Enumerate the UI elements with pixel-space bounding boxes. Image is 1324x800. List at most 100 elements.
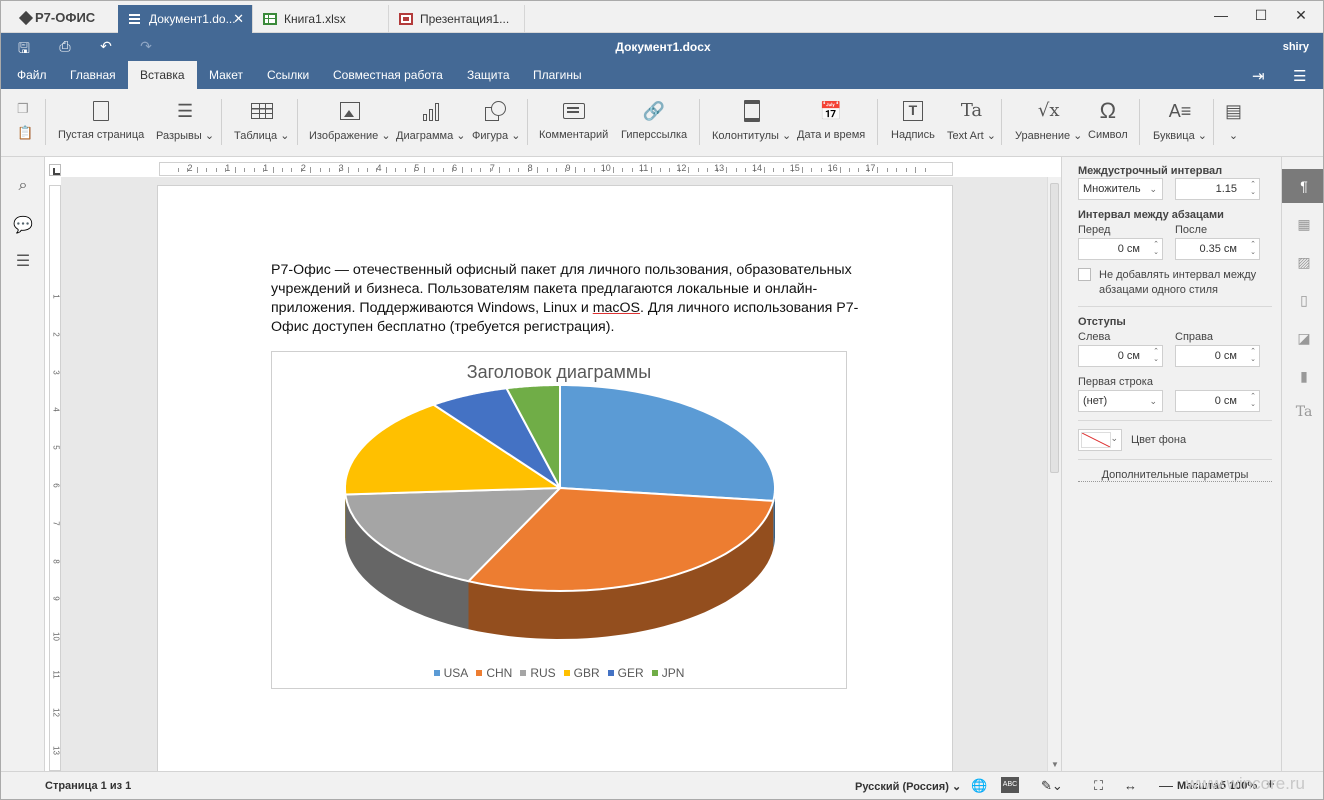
table-settings-icon[interactable]: ▦ xyxy=(1282,207,1323,241)
indent-right-input[interactable]: 0 см ⌃ ⌄ xyxy=(1175,345,1260,367)
ruler-tick xyxy=(348,167,350,173)
text-box-button[interactable]: T Надпись xyxy=(891,97,935,141)
spinner-icon[interactable]: ⌃ ⌄ xyxy=(1153,241,1159,257)
image-icon xyxy=(339,102,360,120)
ruler-tick xyxy=(697,168,699,172)
tab-presentation[interactable]: Презентация1... xyxy=(389,5,525,33)
no-spacing-same-style-checkbox[interactable] xyxy=(1078,268,1091,281)
spacing-after-input[interactable]: 0.35 см ⌃ ⌄ xyxy=(1175,238,1260,260)
search-icon[interactable]: ⌕ xyxy=(13,177,33,197)
language-select[interactable]: Русский (Россия) ⌄ xyxy=(855,780,961,793)
hyperlink-button[interactable]: 🔗 Гиперссылка xyxy=(621,97,687,141)
legend-label: RUS xyxy=(530,666,556,680)
chart-button[interactable]: Диаграмма ⌄ xyxy=(396,97,465,142)
line-spacing-value-input[interactable]: 1.15 ⌃ ⌄ xyxy=(1175,178,1260,200)
document-paragraph[interactable]: Р7-Офис — отечественный офисный пакет дл… xyxy=(271,261,891,337)
indent-left-input[interactable]: 0 см ⌃ ⌄ xyxy=(1078,345,1163,367)
fit-page-icon[interactable]: ⛶ xyxy=(1094,778,1103,794)
globe-icon[interactable]: 🌐 xyxy=(971,778,987,794)
menu-plugins[interactable]: Плагины xyxy=(521,61,594,89)
scrollbar-thumb[interactable] xyxy=(1050,183,1059,473)
shape-button[interactable]: Фигура ⌄ xyxy=(472,97,520,142)
open-location-icon[interactable]: ⇥ xyxy=(1252,67,1265,85)
tab-document[interactable]: Документ1.do... ✕ xyxy=(118,5,253,33)
first-line-mode-select[interactable]: (нет) ⌄ xyxy=(1078,390,1163,412)
header-footer-button[interactable]: Колонтитулы ⌄ xyxy=(712,97,791,142)
shape-settings-icon[interactable]: ◪ xyxy=(1282,321,1323,355)
comments-icon[interactable]: 💬 xyxy=(13,215,33,235)
menu-layout[interactable]: Макет xyxy=(197,61,255,89)
ruler-tick xyxy=(735,168,737,172)
tab-stop-selector[interactable] xyxy=(49,164,61,176)
symbol-button[interactable]: Ω Символ xyxy=(1088,97,1128,142)
ruler-tick xyxy=(584,168,586,172)
horizontal-ruler[interactable]: 2 1 1 2 3 4 5 6 7 8 9 10 11 12 13 14 15 16 17 xyxy=(159,162,953,176)
menu-file[interactable]: Файл xyxy=(5,61,59,89)
close-tab-icon[interactable]: ✕ xyxy=(233,11,244,27)
after-label: После xyxy=(1175,224,1208,236)
vertical-scrollbar[interactable]: ▼ xyxy=(1047,177,1061,771)
legend-swatch xyxy=(563,670,570,676)
menu-collaboration[interactable]: Совместная работа xyxy=(321,61,455,89)
hamburger-menu-icon[interactable]: ☰ xyxy=(1293,67,1306,85)
scroll-down-icon[interactable]: ▼ xyxy=(1051,760,1059,769)
menu-home[interactable]: Главная xyxy=(58,61,128,89)
tab-spreadsheet[interactable]: Книга1.xlsx xyxy=(253,5,389,33)
paragraph-settings-icon[interactable]: ¶ xyxy=(1282,169,1323,203)
header-footer-settings-icon[interactable]: ▯ xyxy=(1282,283,1323,317)
hyperlink-icon: 🔗 xyxy=(642,101,666,121)
line-spacing-mode-select[interactable]: Множитель ⌄ xyxy=(1078,178,1163,200)
text-art-button[interactable]: Ta Text Art ⌄ xyxy=(947,97,996,143)
navigation-icon[interactable]: ☰ xyxy=(13,251,33,271)
spacing-before-input[interactable]: 0 см ⌃ ⌄ xyxy=(1078,238,1163,260)
spinner-icon[interactable]: ⌃ ⌄ xyxy=(1250,348,1256,364)
paste-icon[interactable]: 📋 xyxy=(17,125,33,141)
minimize-button[interactable]: — xyxy=(1211,7,1231,23)
blank-page-button[interactable]: Пустая страница xyxy=(58,97,144,141)
app-window: Р7-ОФИС Документ1.do... ✕ Книга1.xlsx Пр… xyxy=(0,0,1324,800)
table-button[interactable]: Таблица ⌄ xyxy=(234,97,289,142)
comment-button[interactable]: Комментарий xyxy=(539,97,608,141)
text-art-settings-icon[interactable]: Ta xyxy=(1282,395,1323,429)
spinner-icon[interactable]: ⌃ ⌄ xyxy=(1250,241,1256,257)
chart-settings-icon[interactable]: ▮ xyxy=(1282,359,1323,393)
chevron-down-icon: ⌄ xyxy=(1149,396,1157,406)
maximize-button[interactable]: ☐ xyxy=(1251,7,1271,24)
spellcheck-icon[interactable]: ABC xyxy=(1001,777,1019,793)
breaks-button[interactable]: ☰ Разрывы ⌄ xyxy=(156,97,214,142)
date-time-button[interactable]: 📅 Дата и время xyxy=(797,97,865,141)
menu-protection[interactable]: Защита xyxy=(455,61,522,89)
ruler-tick xyxy=(556,168,557,172)
legend-label: USA xyxy=(443,666,469,680)
vertical-ruler[interactable]: 1 2 3 4 5 6 7 8 9 10 11 12 13 xyxy=(49,185,61,771)
more-button[interactable]: ▤ ⌄ xyxy=(1225,97,1242,142)
close-window-button[interactable]: ✕ xyxy=(1291,7,1311,24)
first-line-value-input[interactable]: 0 см ⌃ ⌄ xyxy=(1175,390,1260,412)
line-spacing-title: Междустрочный интервал xyxy=(1078,165,1223,177)
ruler-tick xyxy=(470,168,472,172)
track-changes-icon[interactable]: ✎⌄ xyxy=(1041,778,1063,794)
spinner-icon[interactable]: ⌃ ⌄ xyxy=(1250,393,1256,409)
user-name[interactable]: shiry xyxy=(1283,41,1309,53)
background-color-label: Цвет фона xyxy=(1131,434,1187,446)
equation-button[interactable]: √x Уравнение ⌄ xyxy=(1015,97,1082,143)
menu-insert[interactable]: Вставка xyxy=(128,61,197,89)
image-button[interactable]: Изображение ⌄ xyxy=(309,97,391,142)
spinner-icon[interactable]: ⌃ ⌄ xyxy=(1153,348,1159,364)
copy-icon[interactable]: ❐ xyxy=(17,101,29,117)
image-settings-icon[interactable]: ▨ xyxy=(1282,245,1323,279)
ruler-tick xyxy=(196,167,198,173)
chart-title: Заголовок диаграммы xyxy=(466,362,652,382)
ruler-tick xyxy=(659,168,661,172)
pie-slice-usa[interactable] xyxy=(559,384,776,502)
menu-references[interactable]: Ссылки xyxy=(255,61,321,89)
drop-cap-button[interactable]: A≡ Буквица ⌄ xyxy=(1153,97,1207,142)
fit-width-icon[interactable]: ↔ xyxy=(1124,778,1137,793)
advanced-settings-link[interactable]: Дополнительные параметры xyxy=(1078,469,1272,482)
zoom-out-icon[interactable]: — xyxy=(1159,777,1173,793)
spinner-icon[interactable]: ⌃ ⌄ xyxy=(1250,181,1256,197)
document-tabs-bar: Р7-ОФИС Документ1.do... ✕ Книга1.xlsx Пр… xyxy=(1,1,1323,33)
ruler-number: 7 xyxy=(51,521,61,526)
pie-chart[interactable]: Заголовок диаграммы USA CHN RUS GBR GER JPN xyxy=(271,351,847,689)
background-color-picker[interactable]: ⌄ xyxy=(1078,429,1122,451)
